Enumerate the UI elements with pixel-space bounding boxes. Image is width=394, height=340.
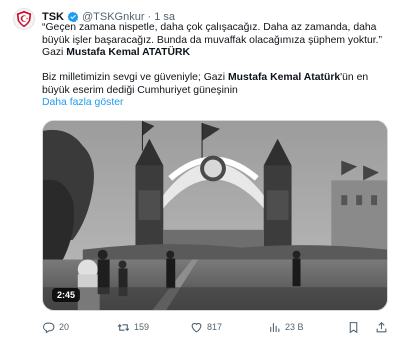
bookmark-button[interactable] (347, 321, 360, 334)
share-button[interactable] (375, 321, 388, 334)
reply-button[interactable]: 20 (42, 321, 69, 334)
show-more-link[interactable]: Daha fazla göster (42, 97, 123, 108)
paragraph-prefix: Biz milletimizin sevgi ve güveniyle; Gaz… (42, 72, 228, 83)
paragraph-name: Mustafa Kemal Atatürk (227, 72, 341, 83)
signature-name: Mustafa Kemal ATATÜRK (66, 47, 190, 59)
views-count: 23 B (285, 322, 304, 332)
repost-count: 159 (134, 322, 150, 332)
bookmark-icon (349, 321, 358, 333)
video-duration: 2:45 (52, 288, 81, 302)
repost-button[interactable]: 159 (117, 321, 149, 334)
repost-icon (117, 323, 130, 331)
video-thumbnail (43, 121, 387, 310)
like-button[interactable]: 817 (190, 321, 222, 334)
share-icon (376, 321, 387, 332)
tweet-paragraph: Biz milletimizin sevgi ve güveniyle; Gaz… (42, 72, 387, 97)
like-count: 817 (207, 322, 223, 332)
video-player[interactable]: 2:45 (42, 120, 388, 311)
views-chart-icon (270, 322, 280, 332)
tsk-emblem-icon (16, 10, 32, 28)
action-bar: 20 159 817 23 B (42, 318, 388, 336)
signature-prefix: Gazi (42, 47, 67, 59)
tweet-quote: “Geçen zamana nispetle, daha çok çalışac… (42, 22, 387, 60)
reply-count: 20 (59, 322, 70, 332)
tweet[interactable]: TSK @TSKGnkur · 1 sa “Geçen zamana nispe… (0, 0, 394, 340)
quote-line-2: büyük işler başaracağız. Bunda da muvaff… (42, 34, 382, 46)
heart-icon (191, 322, 202, 332)
views-button[interactable]: 23 B (268, 321, 304, 334)
reply-icon (43, 322, 55, 333)
quote-signature: Gazi Mustafa Kemal ATATÜRK (42, 47, 387, 60)
avatar[interactable] (13, 8, 35, 30)
quote-line-1: “Geçen zamana nispetle, daha çok çalışac… (42, 22, 377, 33)
